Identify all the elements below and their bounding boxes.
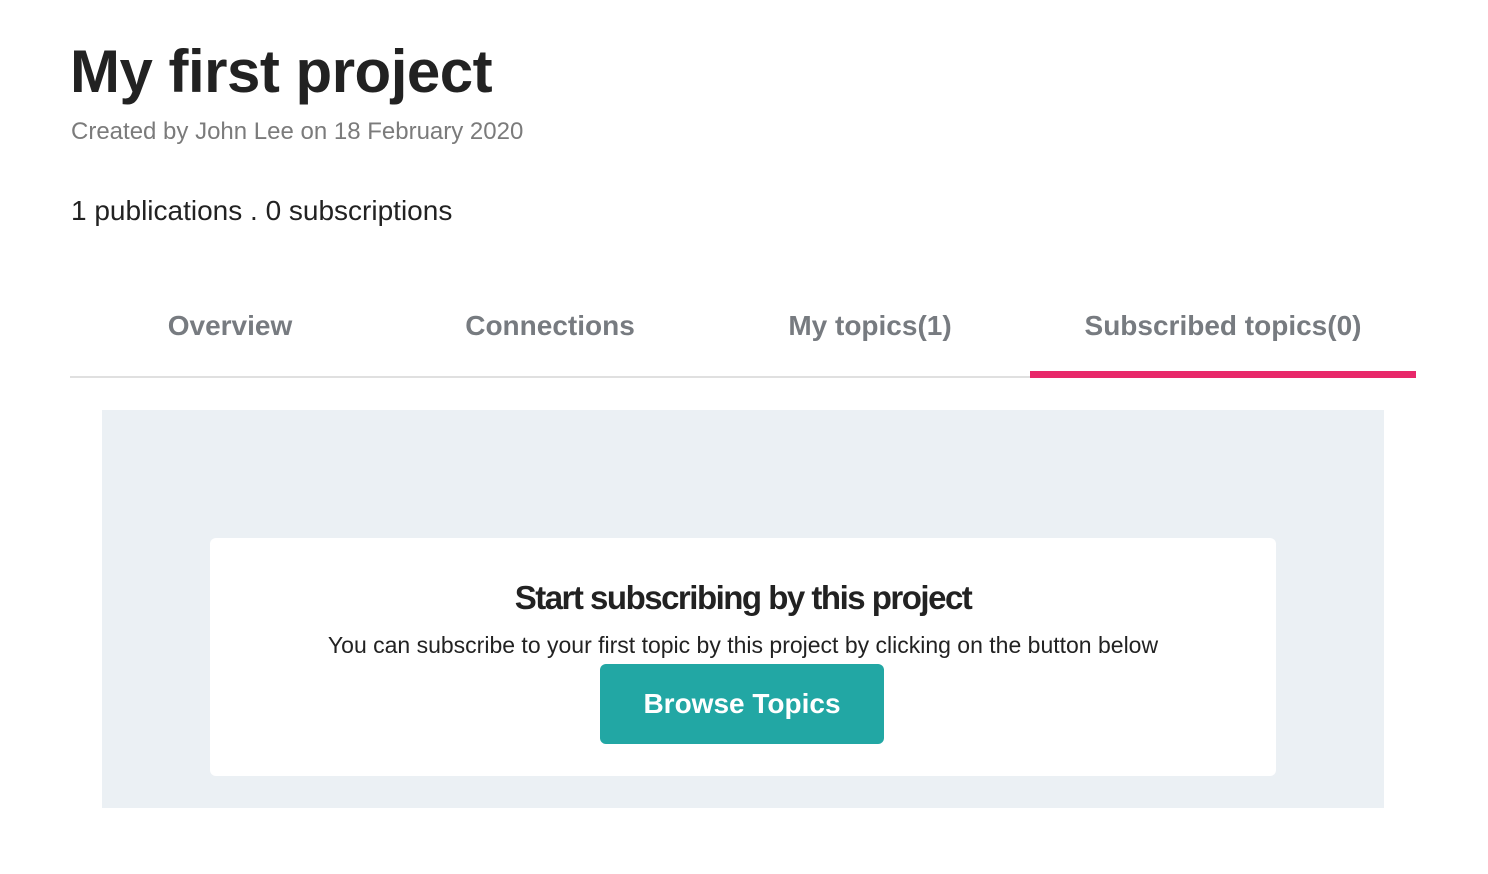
tab-subscribed-topics-label: Subscribed topics(0)	[1084, 310, 1362, 341]
empty-state-card: Start subscribing by this project You ca…	[210, 538, 1276, 776]
tab-connections-label: Connections	[465, 310, 635, 341]
tab-connections[interactable]: Connections	[390, 300, 710, 376]
tab-bar: Overview Connections My topics(1) Subscr…	[70, 300, 1416, 378]
browse-topics-button[interactable]: Browse Topics	[600, 664, 884, 744]
tab-overview[interactable]: Overview	[70, 300, 390, 376]
empty-state-heading: Start subscribing by this project	[514, 579, 973, 616]
tab-content-panel: Start subscribing by this project You ca…	[102, 410, 1384, 808]
active-tab-indicator	[1030, 371, 1416, 378]
empty-state-description: You can subscribe to your first topic by…	[327, 632, 1159, 658]
created-info: Created by John Lee on 18 February 2020	[71, 118, 524, 145]
tab-subscribed-topics[interactable]: Subscribed topics(0)	[1030, 300, 1416, 378]
page-title: My first project	[70, 38, 493, 105]
tab-overview-label: Overview	[167, 310, 293, 341]
tab-my-topics-label: My topics(1)	[788, 310, 952, 341]
tab-my-topics[interactable]: My topics(1)	[710, 300, 1030, 376]
project-stats: 1 publications . 0 subscriptions	[71, 195, 453, 226]
project-page: My first project Created by John Lee on …	[0, 0, 1488, 874]
